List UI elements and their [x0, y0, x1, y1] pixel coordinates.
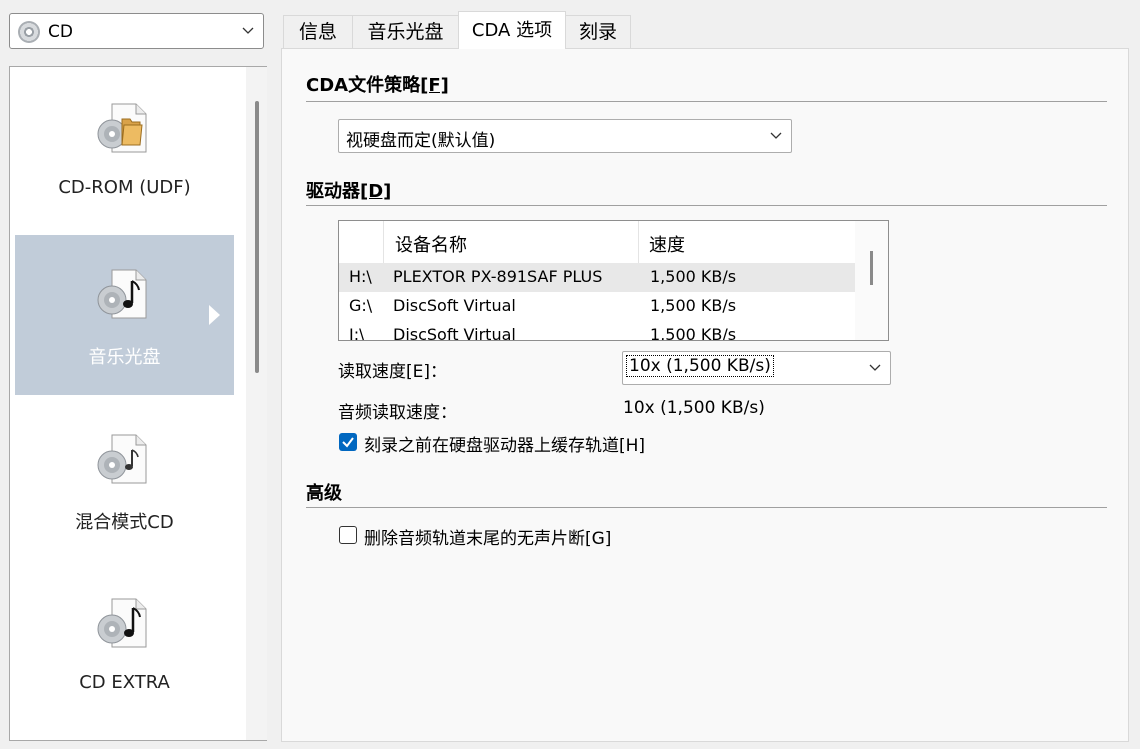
section-divider — [306, 101, 1107, 102]
list-scrollbar[interactable] — [246, 67, 267, 740]
tab-label: 音乐光盘 — [367, 21, 444, 43]
cd-extra-disc-icon — [97, 598, 147, 648]
checkmark-icon — [342, 437, 354, 448]
column-separator — [383, 221, 384, 263]
column-separator — [638, 221, 639, 263]
tab-cda-options[interactable]: CDA 选项 — [458, 11, 566, 49]
tab-info[interactable]: 信息 — [283, 15, 353, 48]
drive-list[interactable]: 设备名称 速度 H:\ PLEXTOR PX-891SAF PLUS 1,500… — [338, 220, 889, 341]
drive-row[interactable]: G:\ DiscSoft Virtual 1,500 KB/s — [339, 292, 855, 321]
cache-tracks-checkbox[interactable] — [339, 433, 357, 451]
chevron-down-icon — [770, 132, 782, 139]
column-header-device-name[interactable]: 设备名称 — [395, 231, 467, 257]
project-item-cd-extra[interactable]: CD EXTRA — [15, 564, 234, 724]
drive-row[interactable]: H:\ PLEXTOR PX-891SAF PLUS 1,500 KB/s — [339, 263, 855, 292]
project-item-audio-cd[interactable]: 音乐光盘 — [15, 235, 234, 395]
cda-policy-value: 视硬盘而定(默认值) — [346, 131, 496, 151]
cdrom-folder-icon — [97, 103, 147, 153]
tab-audio-cd[interactable]: 音乐光盘 — [352, 15, 459, 48]
cda-options-panel: CDA文件策略[F] 视硬盘而定(默认值) 驱动器[D] 设备名称 速度 H:\… — [281, 48, 1129, 742]
drive-name: PLEXTOR PX-891SAF PLUS — [393, 267, 603, 286]
drive-speed: 1,500 KB/s — [650, 325, 737, 341]
project-item-label: 音乐光盘 — [88, 347, 161, 368]
drive-row[interactable]: I:\ DiscSoft Virtual 1,500 KB/s — [339, 321, 855, 341]
disc-type-dropdown[interactable]: CD — [9, 13, 264, 49]
audio-read-speed-value: 10x (1,500 KB/s) — [623, 398, 765, 418]
drives-title: 驱动器[D] — [306, 181, 392, 202]
read-speed-dropdown[interactable]: 10x (1,500 KB/s) — [622, 351, 891, 385]
cda-policy-title: CDA文件策略[F] — [306, 75, 449, 96]
drive-list-scrollbar-thumb[interactable] — [870, 251, 873, 285]
selected-arrow-icon — [209, 305, 220, 325]
cache-tracks-label[interactable]: 刻录之前在硬盘驱动器上缓存轨道[H] — [364, 431, 645, 456]
project-item-mixed-mode-cd[interactable]: 混合模式CD — [15, 400, 234, 560]
music-disc-icon — [97, 269, 147, 319]
tab-label: 信息 — [298, 21, 337, 43]
tab-label: 刻录 — [578, 21, 617, 43]
drive-speed: 1,500 KB/s — [650, 267, 737, 286]
audio-read-speed-label: 音频读取速度： — [338, 403, 457, 423]
drive-speed: 1,500 KB/s — [650, 296, 737, 315]
section-divider — [306, 205, 1107, 206]
remove-silence-label[interactable]: 删除音频轨道末尾的无声片断[G] — [364, 524, 611, 549]
drive-letter: H:\ — [349, 267, 372, 286]
cda-policy-dropdown[interactable]: 视硬盘而定(默认值) — [338, 119, 792, 153]
project-item-label: CD-ROM (UDF) — [58, 177, 191, 198]
section-divider — [306, 507, 1107, 508]
drive-name: DiscSoft Virtual — [393, 325, 516, 341]
remove-silence-checkbox[interactable] — [339, 526, 357, 544]
mixed-mode-disc-icon — [97, 434, 147, 484]
tab-burn[interactable]: 刻录 — [565, 15, 631, 48]
project-item-cdrom-udf[interactable]: CD-ROM (UDF) — [15, 67, 234, 227]
disc-icon — [18, 21, 40, 43]
project-item-label: CD EXTRA — [79, 672, 170, 693]
project-type-list[interactable]: CD-ROM (UDF) 音乐光盘 混合模式CD CD EXTRA — [9, 66, 267, 741]
disc-type-value: CD — [48, 22, 73, 42]
drive-name: DiscSoft Virtual — [393, 296, 516, 315]
chevron-down-icon — [242, 27, 254, 34]
read-speed-value: 10x (1,500 KB/s) — [626, 355, 774, 377]
column-header-speed[interactable]: 速度 — [649, 231, 685, 257]
chevron-down-icon — [869, 364, 881, 371]
project-item-label: 混合模式CD — [75, 512, 174, 533]
drive-letter: I:\ — [349, 325, 365, 341]
advanced-title: 高级 — [306, 483, 342, 504]
drive-list-scrollbar[interactable] — [855, 221, 888, 340]
drive-letter: G:\ — [349, 296, 373, 315]
read-speed-label: 读取速度[E]： — [338, 362, 448, 382]
list-scrollbar-thumb[interactable] — [255, 101, 259, 373]
tab-label: CDA 选项 — [471, 20, 553, 41]
